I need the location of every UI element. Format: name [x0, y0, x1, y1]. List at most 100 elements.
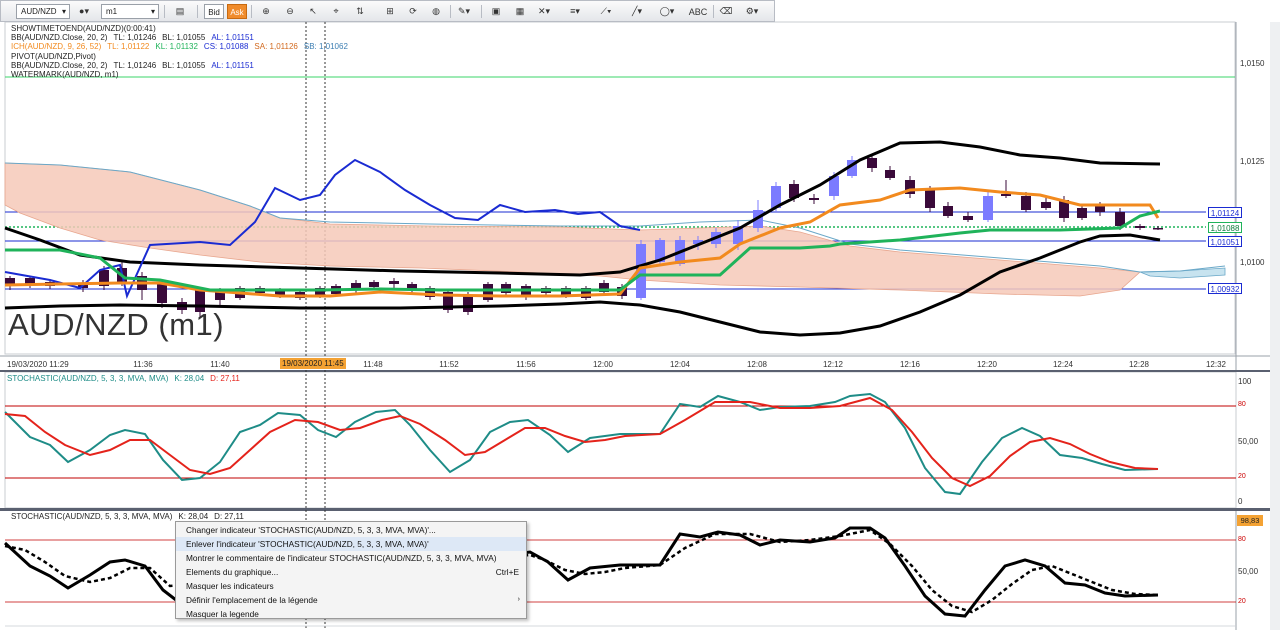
- stoch2-value-tag: 98,83: [1237, 515, 1263, 526]
- chart-style-icon[interactable]: ●▾: [75, 4, 93, 19]
- menu-item-show-comment[interactable]: Montrer le commentaire de l'indicateur S…: [176, 551, 526, 565]
- time-label: 12:12: [822, 360, 844, 369]
- crosshair-icon[interactable]: ⌖: [327, 4, 345, 19]
- menu-shortcut: Ctrl+E: [495, 567, 519, 577]
- menu-item-chart-elements[interactable]: Elements du graphique... Ctrl+E: [176, 565, 526, 579]
- menu-item-remove-indicator[interactable]: Enlever l'indicateur 'STOCHASTIC(AUD/NZD…: [176, 537, 526, 551]
- zoom-out-icon[interactable]: ⊖: [281, 4, 299, 19]
- candle-body: [867, 158, 877, 168]
- timeframe-select[interactable]: m1 ▾: [101, 4, 159, 19]
- divider: [197, 5, 198, 18]
- legend-bb-name: BB(AUD/NZD.Close, 20, 2): [11, 33, 108, 43]
- toolbar: AUD/NZD ▾ ●▾ m1 ▾ ▤ Bid Ask ⊕ ⊖ ↖ ⌖ ⇅ ⊞ ⟳ …: [0, 0, 775, 22]
- stoch2-legend: STOCHASTIC(AUD/NZD, 5, 3, 3, MVA, MVA) K:…: [11, 512, 250, 521]
- legend-bb: BB(AUD/NZD.Close, 20, 2) TL: 1,01246 BL: 1…: [11, 33, 354, 42]
- stoch1-panel-frame: [4, 371, 1237, 509]
- menu-item-legend-position[interactable]: Définir l'emplacement de la légende ›: [176, 593, 526, 607]
- settings-icon[interactable]: ⚙▾: [743, 4, 761, 19]
- menu-item-label: Masquer les indicateurs: [186, 581, 274, 591]
- refresh-icon[interactable]: ⟳: [404, 4, 422, 19]
- legend-ichimoku: ICH(AUD/NZD, 9, 26, 52) TL: 1,01122 KL: 1,…: [11, 42, 354, 51]
- add-indicator-icon[interactable]: ⊞: [381, 4, 399, 19]
- chevron-down-icon: ▾: [150, 7, 155, 16]
- bid-button[interactable]: Bid: [204, 4, 224, 19]
- eraser-icon[interactable]: ⌫: [717, 4, 735, 19]
- candle-body: [369, 282, 379, 287]
- divider: [164, 5, 165, 18]
- fan-icon[interactable]: ⟋▾: [597, 4, 615, 19]
- text-tool-icon[interactable]: ABC: [689, 4, 708, 19]
- time-label: 12:00: [592, 360, 614, 369]
- legend-watermark: WATERMARK(AUD/NZD, m1): [11, 70, 119, 80]
- candle-body: [1077, 208, 1087, 218]
- candle-body: [983, 196, 993, 220]
- symbol-select[interactable]: AUD/NZD ▾: [16, 4, 70, 19]
- candle-body: [925, 190, 935, 208]
- time-label: 12:28: [1128, 360, 1150, 369]
- globe-icon[interactable]: ◍: [427, 4, 445, 19]
- time-label: 12:20: [976, 360, 998, 369]
- ask-button[interactable]: Ask: [227, 4, 247, 19]
- price-label: 1,0150: [1240, 59, 1265, 68]
- legend-timetoend: SHOWTIMETOEND(AUD/NZD)(0:00:41): [11, 24, 156, 33]
- indicator-icon[interactable]: ⇅: [351, 4, 369, 19]
- time-label: 12:16: [899, 360, 921, 369]
- legend-ich-name: ICH(AUD/NZD, 9, 26, 52): [11, 42, 102, 52]
- legend-ich-cs: CS: 1,01088: [203, 42, 249, 52]
- price-label: 1,0125: [1240, 157, 1265, 166]
- candle-body: [943, 206, 953, 216]
- candle-body: [157, 283, 167, 303]
- legend-ich-kl: KL: 1,01132: [155, 42, 198, 52]
- candle-body: [1135, 226, 1145, 228]
- candle-body: [1041, 202, 1051, 208]
- stoch2-axis-20: 20: [1238, 598, 1246, 605]
- menu-item-change-indicator[interactable]: Changer indicateur 'STOCHASTIC(AUD/NZD, …: [176, 523, 526, 537]
- divider: [713, 5, 714, 18]
- price-tag-pivot: 1,00932: [1208, 283, 1242, 294]
- time-label: 11:36: [133, 360, 153, 369]
- candle-body: [1153, 228, 1163, 230]
- stoch1-legend: STOCHASTIC(AUD/NZD, 5, 3, 3, MVA, MVA) K:…: [7, 374, 246, 383]
- price-tag-lower: 1,01051: [1208, 236, 1242, 247]
- ichimoku-cloud-bearish: [1139, 267, 1226, 279]
- time-label: 12:32: [1205, 360, 1227, 369]
- watermark: AUD/NZD (m1): [8, 307, 225, 342]
- chevron-right-icon: ›: [517, 596, 520, 603]
- context-menu: Changer indicateur 'STOCHASTIC(AUD/NZD, …: [175, 521, 527, 619]
- candle-body: [1001, 194, 1011, 196]
- time-label: 12:08: [746, 360, 768, 369]
- divider: [481, 5, 482, 18]
- candle-body: [809, 198, 819, 200]
- ellipse-icon[interactable]: ◯▾: [658, 4, 676, 19]
- stoch2-axis-50: 50,00: [1238, 567, 1259, 576]
- legend-ich-tl: TL: 1,01122: [107, 42, 150, 52]
- menu-item-hide-legend[interactable]: Masquer la legende: [176, 607, 526, 621]
- timeframe-value: m1: [106, 7, 118, 16]
- chart-type-icon[interactable]: ▤: [171, 4, 189, 19]
- candle-body: [389, 281, 399, 284]
- stoch2-name: STOCHASTIC(AUD/NZD, 5, 3, 3, MVA, MVA): [11, 512, 173, 521]
- cursor-icon[interactable]: ↖: [304, 4, 322, 19]
- zoom-in-icon[interactable]: ⊕: [257, 4, 275, 19]
- tools-icon[interactable]: ✕▾: [535, 4, 553, 19]
- legend-bb2-bl: BL: 1,01055: [162, 60, 206, 70]
- time-label: 11:48: [363, 360, 383, 369]
- image-icon[interactable]: ▣: [487, 4, 505, 19]
- template-icon[interactable]: ▦: [511, 4, 529, 19]
- candle-body: [963, 216, 973, 220]
- stoch1-name: STOCHASTIC(AUD/NZD, 5, 3, 3, MVA, MVA): [7, 374, 169, 383]
- crosshair-time-tag: 19/03/2020 11:45: [280, 358, 346, 369]
- panel-splitter: [0, 370, 1280, 372]
- stoch1-axis-100: 100: [1238, 377, 1252, 386]
- menu-item-hide-indicators[interactable]: Masquer les indicateurs: [176, 579, 526, 593]
- legend-bb2-name: BB(AUD/NZD.Close, 20, 2): [11, 60, 108, 70]
- panel-splitter: [0, 508, 1280, 511]
- stoch1-axis-20: 20: [1238, 473, 1246, 480]
- lines-icon[interactable]: ≡▾: [566, 4, 584, 19]
- legend-bb-bl: BL: 1,01055: [162, 33, 206, 43]
- legend-bb2-tl: TL: 1,01246: [113, 60, 157, 70]
- menu-item-label: Définir l'emplacement de la légende: [186, 595, 318, 605]
- trendline-icon[interactable]: ╱▾: [628, 4, 646, 19]
- pencil-icon[interactable]: ✎▾: [455, 4, 473, 19]
- candle-body: [483, 284, 493, 300]
